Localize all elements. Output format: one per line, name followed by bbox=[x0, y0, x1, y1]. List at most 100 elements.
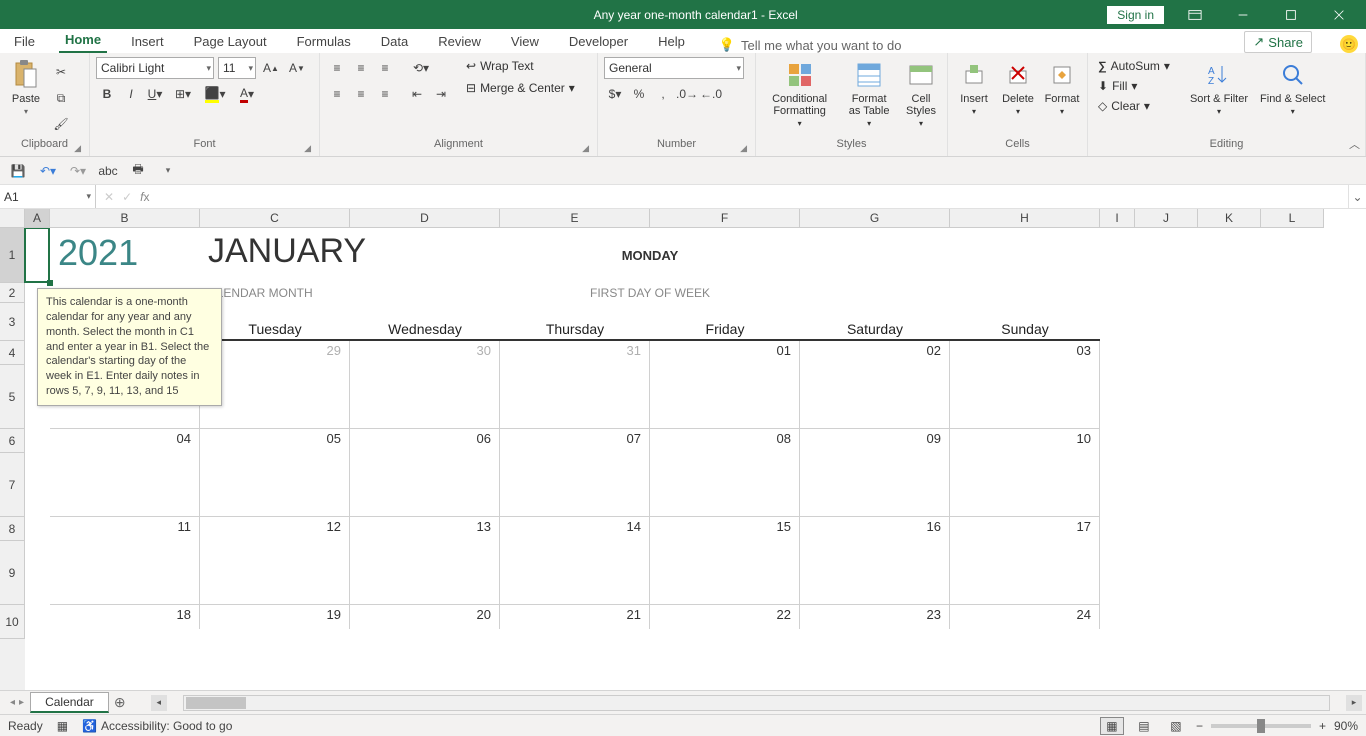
sign-in-button[interactable]: Sign in bbox=[1107, 6, 1164, 24]
number-dialog-icon[interactable]: ◢ bbox=[740, 143, 747, 154]
clear-button[interactable]: ◇ Clear ▾ bbox=[1094, 97, 1174, 115]
calendar-date-cell[interactable]: 14 bbox=[500, 517, 650, 541]
calendar-note-cell[interactable] bbox=[800, 541, 950, 605]
calendar-note-cell[interactable] bbox=[800, 453, 950, 517]
tab-formulas[interactable]: Formulas bbox=[291, 32, 357, 53]
column-header[interactable]: B bbox=[50, 209, 200, 228]
minimize-icon[interactable] bbox=[1220, 1, 1266, 29]
borders-button[interactable]: ⊞▾ bbox=[168, 83, 198, 105]
column-header[interactable]: F bbox=[650, 209, 800, 228]
column-header[interactable]: A bbox=[25, 209, 50, 228]
calendar-date-cell[interactable]: 02 bbox=[800, 341, 950, 365]
row-header[interactable]: 8 bbox=[0, 517, 25, 541]
sheet-nav-first-icon[interactable]: ◂ bbox=[10, 697, 15, 708]
worksheet-grid[interactable]: ABCDEFGHIJKL 12345678910 2021JANUARYMOND… bbox=[0, 209, 1366, 690]
row-header[interactable]: 7 bbox=[0, 453, 25, 517]
font-dialog-icon[interactable]: ◢ bbox=[304, 143, 311, 154]
row-header[interactable]: 6 bbox=[0, 429, 25, 453]
tab-insert[interactable]: Insert bbox=[125, 32, 170, 53]
align-bottom-button[interactable]: ≡ bbox=[374, 57, 396, 79]
undo-button[interactable]: ↶▾ bbox=[36, 160, 60, 182]
hscroll-thumb[interactable] bbox=[186, 697, 246, 709]
column-header[interactable]: K bbox=[1198, 209, 1261, 228]
fill-color-button[interactable]: ⬛▾ bbox=[200, 83, 230, 105]
clipboard-dialog-icon[interactable]: ◢ bbox=[74, 143, 81, 154]
copy-button[interactable]: ⧉ bbox=[50, 87, 72, 109]
calendar-date-cell[interactable]: 17 bbox=[950, 517, 1100, 541]
comma-button[interactable]: , bbox=[652, 83, 674, 105]
calendar-date-cell[interactable]: 07 bbox=[500, 429, 650, 453]
page-layout-view-button[interactable]: ▤ bbox=[1132, 717, 1156, 735]
calendar-note-cell[interactable] bbox=[50, 541, 200, 605]
cut-button[interactable]: ✂ bbox=[50, 61, 72, 83]
calendar-note-cell[interactable] bbox=[950, 453, 1100, 517]
calendar-note-cell[interactable] bbox=[350, 453, 500, 517]
calendar-date-cell[interactable]: 03 bbox=[950, 341, 1100, 365]
sort-filter-button[interactable]: AZ Sort & Filter▾ bbox=[1186, 57, 1252, 118]
share-button[interactable]: ↗ Share bbox=[1244, 31, 1312, 53]
format-cells-button[interactable]: Format▾ bbox=[1042, 57, 1082, 118]
cell-styles-button[interactable]: Cell Styles▾ bbox=[901, 57, 941, 130]
tab-help[interactable]: Help bbox=[652, 32, 691, 53]
quick-print-button[interactable]: 🖶 bbox=[126, 160, 150, 182]
zoom-level[interactable]: 90% bbox=[1334, 719, 1358, 733]
calendar-date-cell[interactable]: 24 bbox=[950, 605, 1100, 629]
format-painter-button[interactable]: 🖌 bbox=[50, 113, 72, 135]
italic-button[interactable]: I bbox=[120, 83, 142, 105]
column-header[interactable]: C bbox=[200, 209, 350, 228]
format-as-table-button[interactable]: Format as Table▾ bbox=[841, 57, 897, 130]
calendar-date-cell[interactable]: 23 bbox=[800, 605, 950, 629]
calendar-note-cell[interactable] bbox=[650, 541, 800, 605]
zoom-slider[interactable] bbox=[1211, 724, 1311, 728]
tab-review[interactable]: Review bbox=[432, 32, 487, 53]
tab-home[interactable]: Home bbox=[59, 30, 107, 53]
enter-formula-icon[interactable]: ✓ bbox=[122, 190, 132, 204]
autosum-button[interactable]: ∑ AutoSum ▾ bbox=[1094, 57, 1174, 75]
increase-decimal-button[interactable]: .0→ bbox=[676, 83, 698, 105]
insert-cells-button[interactable]: Insert▾ bbox=[954, 57, 994, 118]
name-box[interactable]: A1 bbox=[0, 185, 96, 208]
column-header[interactable]: E bbox=[500, 209, 650, 228]
fill-button[interactable]: ⬇ Fill ▾ bbox=[1094, 77, 1174, 95]
tab-page-layout[interactable]: Page Layout bbox=[188, 32, 273, 53]
maximize-icon[interactable] bbox=[1268, 1, 1314, 29]
tell-me-input[interactable]: 💡 Tell me what you want to do bbox=[719, 37, 902, 53]
decrease-font-button[interactable]: A▼ bbox=[286, 57, 308, 79]
calendar-date-cell[interactable]: 10 bbox=[950, 429, 1100, 453]
alignment-dialog-icon[interactable]: ◢ bbox=[582, 143, 589, 154]
calendar-date-cell[interactable]: 18 bbox=[50, 605, 200, 629]
save-button[interactable]: 💾 bbox=[6, 160, 30, 182]
normal-view-button[interactable]: ▦ bbox=[1100, 717, 1124, 735]
wrap-text-button[interactable]: ↩Wrap Text bbox=[462, 57, 579, 75]
column-header[interactable]: J bbox=[1135, 209, 1198, 228]
calendar-note-cell[interactable] bbox=[200, 365, 350, 429]
calendar-date-cell[interactable]: 22 bbox=[650, 605, 800, 629]
qat-customize-icon[interactable]: ▾ bbox=[156, 160, 180, 182]
column-header[interactable]: I bbox=[1100, 209, 1135, 228]
calendar-date-cell[interactable]: 13 bbox=[350, 517, 500, 541]
accessibility-status[interactable]: ♿ Accessibility: Good to go bbox=[82, 719, 232, 733]
fx-icon[interactable]: fx bbox=[140, 190, 149, 204]
calendar-note-cell[interactable] bbox=[200, 541, 350, 605]
calendar-note-cell[interactable] bbox=[650, 453, 800, 517]
row-header[interactable]: 5 bbox=[0, 365, 25, 429]
percent-button[interactable]: % bbox=[628, 83, 650, 105]
row-header[interactable]: 3 bbox=[0, 303, 25, 341]
orientation-button[interactable]: ⟲▾ bbox=[410, 57, 432, 79]
row-header[interactable]: 2 bbox=[0, 283, 25, 303]
select-all-corner[interactable] bbox=[0, 209, 25, 228]
column-header[interactable]: L bbox=[1261, 209, 1324, 228]
add-sheet-button[interactable]: ⊕ bbox=[109, 694, 131, 711]
row-header[interactable]: 4 bbox=[0, 341, 25, 365]
font-name-combo[interactable]: Calibri Light bbox=[96, 57, 214, 79]
align-middle-button[interactable]: ≡ bbox=[350, 57, 372, 79]
row-header[interactable]: 1 bbox=[0, 228, 25, 283]
increase-indent-button[interactable]: ⇥ bbox=[430, 83, 452, 105]
calendar-date-cell[interactable]: 29 bbox=[200, 341, 350, 365]
row-header[interactable]: 9 bbox=[0, 541, 25, 605]
calendar-date-cell[interactable]: 01 bbox=[650, 341, 800, 365]
paste-button[interactable]: Paste ▾ bbox=[6, 57, 46, 118]
decrease-decimal-button[interactable]: ←.0 bbox=[700, 83, 722, 105]
year-cell[interactable]: 2021 bbox=[50, 228, 200, 283]
row-header[interactable]: 10 bbox=[0, 605, 25, 639]
